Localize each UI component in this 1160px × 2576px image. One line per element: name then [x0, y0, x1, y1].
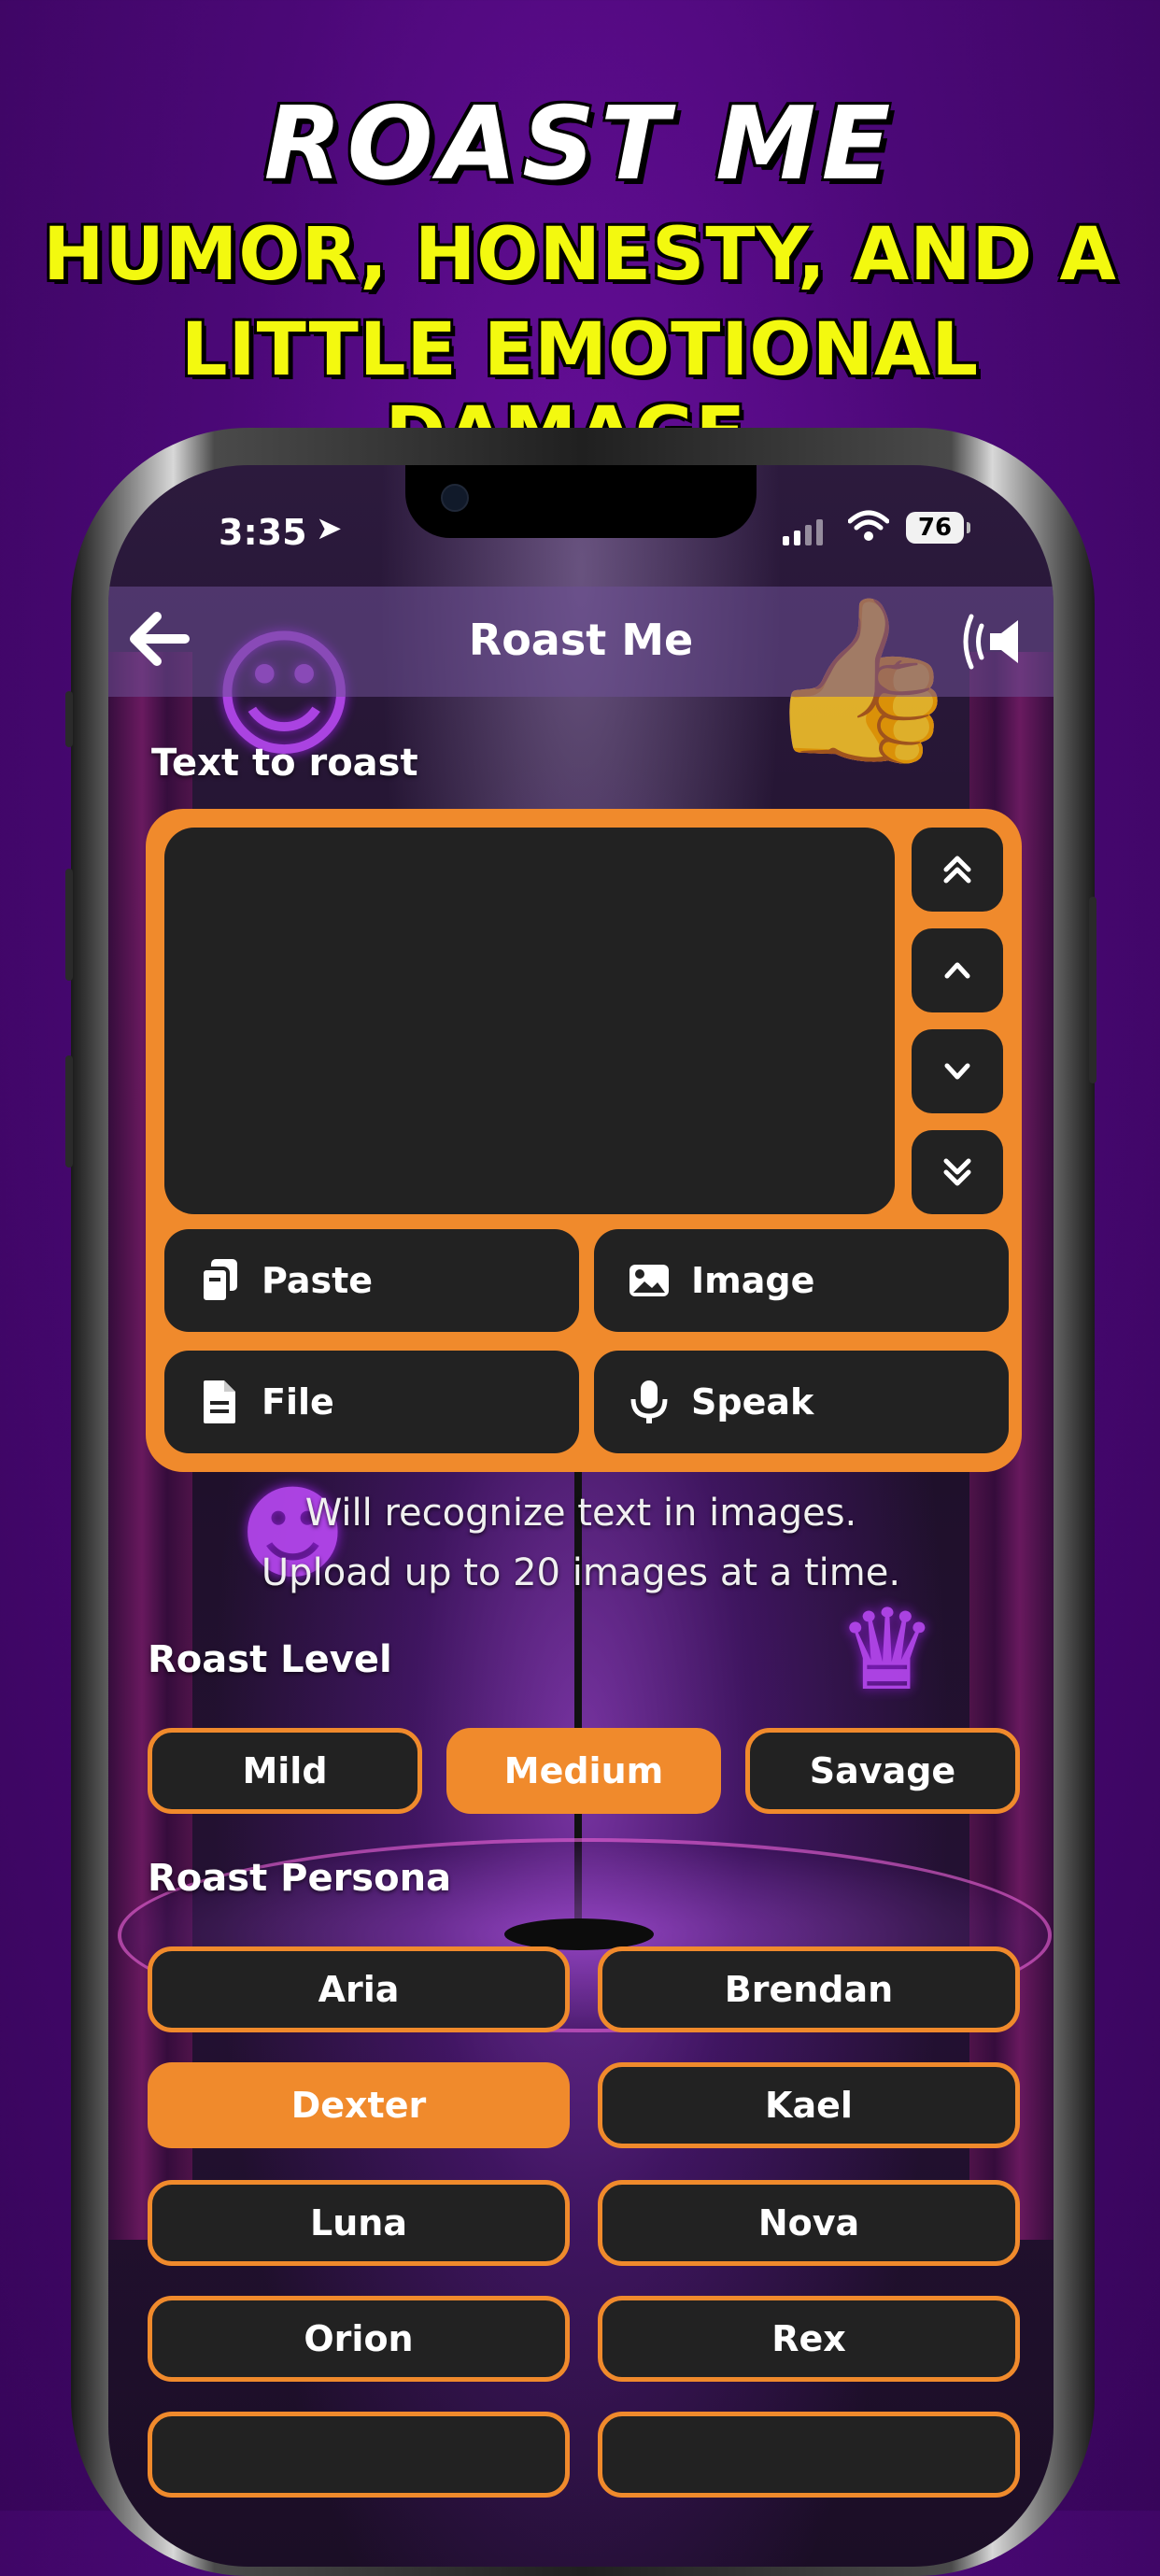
persona-dexter[interactable]: Dexter	[148, 2062, 570, 2148]
paste-button[interactable]: Paste	[164, 1229, 579, 1332]
image-button-label: Image	[691, 1260, 815, 1301]
status-bar: 3:35 ➤ 76	[108, 465, 1054, 596]
image-button[interactable]: Image	[594, 1229, 1009, 1332]
text-to-roast-label: Text to roast	[151, 742, 418, 785]
side-button	[65, 869, 73, 981]
side-button	[1089, 897, 1096, 1083]
double-chevron-up-icon	[943, 856, 971, 884]
speak-button[interactable]: Speak	[594, 1351, 1009, 1453]
speaker-icon[interactable]	[956, 609, 1027, 674]
status-time: 3:35	[219, 512, 307, 553]
persona-aria[interactable]: Aria	[148, 1946, 570, 2032]
persona-more[interactable]	[148, 2412, 570, 2498]
scroll-up-button[interactable]	[912, 928, 1003, 1012]
image-icon	[630, 1265, 669, 1296]
clipboard-icon	[200, 1259, 237, 1304]
chevron-down-icon	[944, 1063, 970, 1080]
speak-button-label: Speak	[691, 1381, 814, 1422]
persona-luna[interactable]: Luna	[148, 2180, 570, 2266]
chevron-up-icon	[944, 962, 970, 979]
app-screen: ☺ 👍 ☻ ♛ 3:35 ➤ 76 Roast Me Text to roast	[108, 465, 1054, 2567]
persona-orion[interactable]: Orion	[148, 2296, 570, 2382]
image-hint-line1: Will recognize text in images.	[304, 1492, 857, 1535]
wifi-icon	[848, 510, 889, 541]
battery-icon: 76	[906, 512, 970, 544]
scroll-down-button[interactable]	[912, 1029, 1003, 1113]
front-camera	[441, 484, 469, 512]
nav-bar: Roast Me	[108, 587, 1054, 697]
roast-level-savage[interactable]: Savage	[745, 1728, 1020, 1814]
scroll-to-bottom-button[interactable]	[912, 1130, 1003, 1214]
crown-icon: ♛	[837, 1586, 938, 1716]
persona-brendan[interactable]: Brendan	[598, 1946, 1020, 2032]
paste-button-label: Paste	[262, 1260, 374, 1301]
side-button	[65, 691, 73, 747]
location-arrow-icon: ➤	[316, 510, 343, 547]
roast-level-medium[interactable]: Medium	[446, 1728, 721, 1814]
mic-base	[504, 1918, 654, 1950]
promo-title: ROAST ME	[263, 86, 897, 203]
roast-level-label: Roast Level	[148, 1638, 392, 1681]
file-button-label: File	[262, 1381, 334, 1422]
promo-subtitle-line1: Humor, honesty, and a	[43, 213, 1117, 297]
side-button	[65, 1055, 73, 1168]
page-title: Roast Me	[468, 615, 694, 665]
roast-text-input[interactable]	[164, 828, 895, 1214]
file-button[interactable]: File	[164, 1351, 579, 1453]
persona-more[interactable]	[598, 2412, 1020, 2498]
persona-nova[interactable]: Nova	[598, 2180, 1020, 2266]
cellular-signal-icon	[783, 519, 823, 545]
microphone-icon	[630, 1380, 668, 1423]
image-hint-line2: Upload up to 20 images at a time.	[261, 1551, 901, 1594]
roast-level-mild[interactable]: Mild	[148, 1728, 422, 1814]
persona-kael[interactable]: Kael	[598, 2062, 1020, 2148]
scroll-to-top-button[interactable]	[912, 828, 1003, 912]
double-chevron-down-icon	[943, 1158, 971, 1186]
input-panel: Paste Image File Speak	[146, 809, 1022, 1472]
roast-persona-label: Roast Persona	[148, 1857, 452, 1900]
file-icon	[204, 1380, 235, 1423]
persona-rex[interactable]: Rex	[598, 2296, 1020, 2382]
